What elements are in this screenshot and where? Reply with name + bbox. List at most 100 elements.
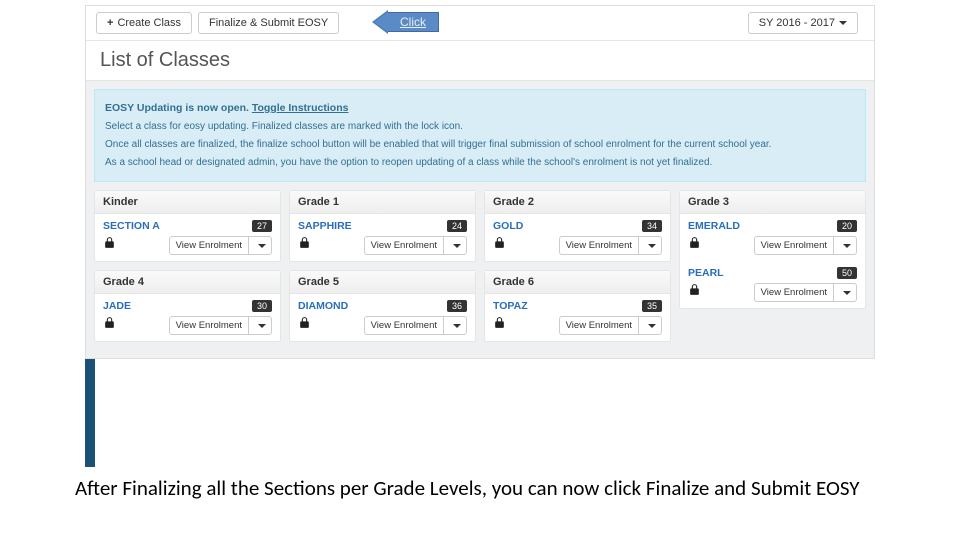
section-link[interactable]: JADE <box>103 300 131 312</box>
enrolment-count-badge: 50 <box>837 267 857 279</box>
view-enrolment-dropdown[interactable] <box>638 236 662 255</box>
enrolment-count-badge: 27 <box>252 220 272 232</box>
section-link[interactable]: SAPPHIRE <box>298 220 352 232</box>
enrolment-count-badge: 24 <box>447 220 467 232</box>
chevron-down-icon <box>843 291 851 295</box>
view-enrolment-button[interactable]: View Enrolment <box>559 236 638 255</box>
view-enrolment-dropdown[interactable] <box>248 316 272 335</box>
view-enrolment-button[interactable]: View Enrolment <box>169 316 248 335</box>
view-enrolment-button[interactable]: View Enrolment <box>754 283 833 302</box>
lock-indicator <box>493 236 506 254</box>
lock-icon <box>298 316 311 329</box>
app-window: + Create Class Finalize & Submit EOSY SY… <box>85 5 875 359</box>
lock-indicator <box>298 316 311 334</box>
lock-icon <box>493 316 506 329</box>
callout-label: Click <box>400 15 426 29</box>
enrolment-count-badge: 36 <box>447 300 467 312</box>
lock-icon <box>298 236 311 249</box>
view-enrolment-dropdown[interactable] <box>638 316 662 335</box>
section-block: JADE 30 View Enrolment <box>95 294 280 341</box>
grade-header: Grade 6 <box>485 271 670 294</box>
plus-icon: + <box>107 17 113 29</box>
grade-column: Grade 1SAPPHIRE24View EnrolmentGrade 5DI… <box>289 190 476 350</box>
lock-indicator <box>688 236 701 254</box>
section-link[interactable]: EMERALD <box>688 220 740 232</box>
grade-header: Grade 4 <box>95 271 280 294</box>
chevron-down-icon <box>839 21 847 25</box>
enrolment-count-badge: 30 <box>252 300 272 312</box>
click-callout: Click <box>372 10 439 34</box>
instruction-caption: After Finalizing all the Sections per Gr… <box>75 475 895 501</box>
section-link[interactable]: DIAMOND <box>298 300 348 312</box>
notice-head: EOSY Updating is now open. <box>105 102 249 114</box>
class-grid: KinderSECTION A27View EnrolmentGrade 4JA… <box>86 182 874 358</box>
grade-panel: Grade 4 JADE 30 View Enrolment <box>94 270 281 342</box>
grade-header: Grade 1 <box>290 191 475 214</box>
section-block: DIAMOND 36 View Enrolment <box>290 294 475 341</box>
grade-header: Grade 3 <box>680 191 865 214</box>
lock-indicator <box>103 316 116 334</box>
view-enrolment-button[interactable]: View Enrolment <box>754 236 833 255</box>
lock-icon <box>493 236 506 249</box>
chevron-down-icon <box>648 244 656 248</box>
page-title-row: List of Classes <box>86 41 874 81</box>
section-block: TOPAZ 35 View Enrolment <box>485 294 670 341</box>
grade-panel: Grade 3 EMERALD 20 View Enrolment PEARL 50 Vie… <box>679 190 866 309</box>
section-link[interactable]: SECTION A <box>103 220 160 232</box>
grade-panel: KinderSECTION A27View Enrolment <box>94 190 281 262</box>
section-block: EMERALD 20 View Enrolment <box>680 214 865 261</box>
grade-panel: Grade 5 DIAMOND 36 View Enrolment <box>289 270 476 342</box>
chevron-down-icon <box>453 324 461 328</box>
view-enrolment-button[interactable]: View Enrolment <box>559 316 638 335</box>
notice-line-3: As a school head or designated admin, yo… <box>105 155 855 171</box>
school-year-selector[interactable]: SY 2016 - 2017 <box>748 12 858 34</box>
finalize-submit-eosy-button[interactable]: Finalize & Submit EOSY <box>198 12 339 34</box>
section-block: SAPPHIRE 24 View Enrolment <box>290 214 475 261</box>
view-enrolment-dropdown[interactable] <box>833 236 857 255</box>
grade-panel: Grade 1 SAPPHIRE 24 View Enrolment <box>289 190 476 262</box>
chevron-down-icon <box>258 324 266 328</box>
view-enrolment-dropdown[interactable] <box>443 316 467 335</box>
section-block: PEARL 50 View Enrolment <box>680 261 865 308</box>
lock-icon <box>103 236 116 249</box>
chevron-down-icon <box>843 244 851 248</box>
view-enrolment-button[interactable]: View Enrolment <box>364 316 443 335</box>
lock-indicator <box>688 283 701 301</box>
school-year-label: SY 2016 - 2017 <box>759 17 835 29</box>
create-class-label: Create Class <box>117 17 181 29</box>
toggle-instructions-link[interactable]: Toggle Instructions <box>252 102 349 114</box>
create-class-button[interactable]: + Create Class <box>96 12 192 34</box>
section-block: GOLD 34 View Enrolment <box>485 214 670 261</box>
page-title: List of Classes <box>100 49 860 72</box>
section-block: SECTION A 27 View Enrolment <box>95 214 280 261</box>
lock-indicator <box>493 316 506 334</box>
grade-column: Grade 2 GOLD 34 View Enrolment Grade 6 TOPAZ 3… <box>484 190 671 350</box>
grade-panel: Grade 2 GOLD 34 View Enrolment <box>484 190 671 262</box>
section-link[interactable]: GOLD <box>493 220 523 232</box>
grade-panel: Grade 6 TOPAZ 35 View Enrolment <box>484 270 671 342</box>
grade-column: Grade 3 EMERALD 20 View Enrolment PEARL 50 Vie… <box>679 190 866 350</box>
view-enrolment-button[interactable]: View Enrolment <box>169 236 248 255</box>
view-enrolment-dropdown[interactable] <box>443 236 467 255</box>
enrolment-count-badge: 20 <box>837 220 857 232</box>
lock-indicator <box>298 236 311 254</box>
notice-line-2: Once all classes are finalized, the fina… <box>105 137 855 153</box>
section-link[interactable]: PEARL <box>688 267 724 279</box>
grade-header: Grade 2 <box>485 191 670 214</box>
arrow-left-icon <box>372 10 388 34</box>
view-enrolment-button[interactable]: View Enrolment <box>364 236 443 255</box>
grade-header: Grade 5 <box>290 271 475 294</box>
section-link[interactable]: TOPAZ <box>493 300 528 312</box>
info-notice: EOSY Updating is now open. Toggle Instru… <box>94 89 866 182</box>
enrolment-count-badge: 34 <box>642 220 662 232</box>
lock-indicator <box>103 236 116 254</box>
finalize-submit-label: Finalize & Submit EOSY <box>209 17 328 29</box>
grade-column: KinderSECTION A27View EnrolmentGrade 4JA… <box>94 190 281 350</box>
notice-line-1: Select a class for eosy updating. Finali… <box>105 119 855 135</box>
enrolment-count-badge: 35 <box>642 300 662 312</box>
chevron-down-icon <box>453 244 461 248</box>
view-enrolment-dropdown[interactable] <box>248 236 272 255</box>
view-enrolment-dropdown[interactable] <box>833 283 857 302</box>
toolbar: + Create Class Finalize & Submit EOSY SY… <box>86 6 874 41</box>
lock-icon <box>688 283 701 296</box>
